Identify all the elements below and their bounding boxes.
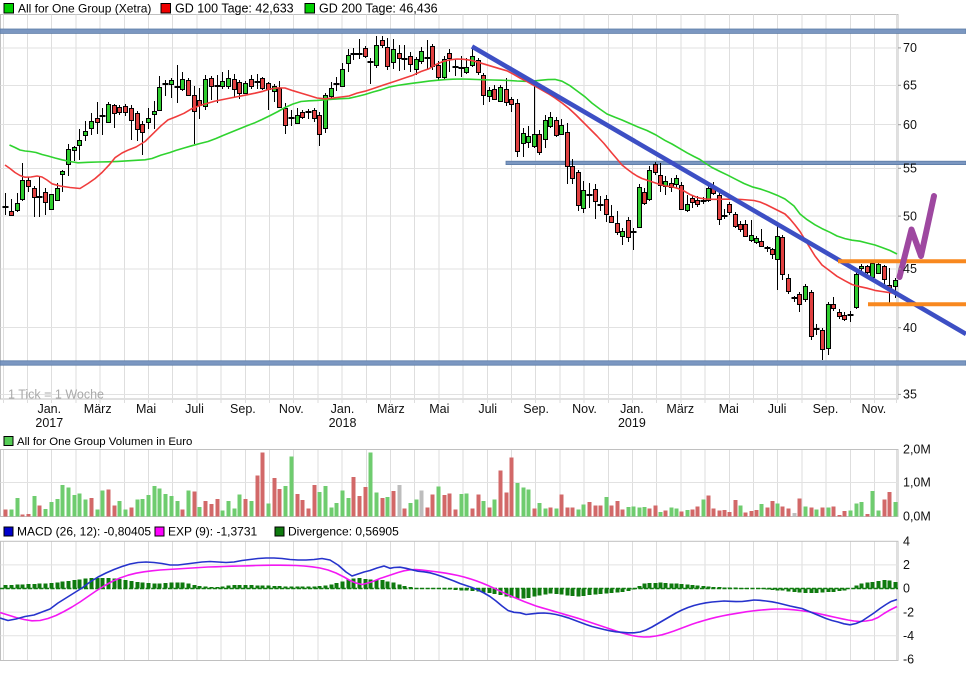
svg-text:Sep.: Sep. <box>523 402 549 416</box>
svg-text:Sep.: Sep. <box>813 402 839 416</box>
svg-text:Juli: Juli <box>768 402 787 416</box>
svg-text:MACD (26, 12): -0,80405: MACD (26, 12): -0,80405 <box>17 525 151 539</box>
svg-text:2,0M: 2,0M <box>903 443 931 457</box>
svg-text:GD 100 Tage: 42,633: GD 100 Tage: 42,633 <box>175 2 294 16</box>
svg-text:65: 65 <box>903 79 917 93</box>
svg-text:Nov.: Nov. <box>862 402 887 416</box>
svg-text:März: März <box>666 402 694 416</box>
svg-text:Mai: Mai <box>429 402 449 416</box>
svg-text:-4: -4 <box>903 629 914 643</box>
svg-text:1 Tick = 1 Woche: 1 Tick = 1 Woche <box>8 388 104 402</box>
svg-text:0: 0 <box>903 582 910 596</box>
svg-text:2: 2 <box>903 558 910 572</box>
svg-text:Nov.: Nov. <box>572 402 597 416</box>
svg-text:50: 50 <box>903 209 917 223</box>
svg-text:Nov.: Nov. <box>279 402 304 416</box>
svg-text:Mai: Mai <box>136 402 156 416</box>
svg-text:Juli: Juli <box>478 402 497 416</box>
svg-text:Mai: Mai <box>719 402 739 416</box>
svg-text:All for One Group Volumen in E: All for One Group Volumen in Euro <box>17 436 192 448</box>
svg-text:GD 200 Tage: 46,436: GD 200 Tage: 46,436 <box>319 2 438 16</box>
svg-text:60: 60 <box>903 118 917 132</box>
svg-text:-6: -6 <box>903 653 914 667</box>
svg-text:0,0M: 0,0M <box>903 510 931 524</box>
svg-text:All for One Group (Xetra): All for One Group (Xetra) <box>18 2 151 16</box>
svg-text:40: 40 <box>903 321 917 335</box>
svg-text:Jan.: Jan. <box>620 402 644 416</box>
svg-text:2018: 2018 <box>329 416 357 430</box>
svg-text:55: 55 <box>903 162 917 176</box>
svg-text:März: März <box>377 402 405 416</box>
svg-text:-2: -2 <box>903 605 914 619</box>
svg-text:Divergence: 0,56905: Divergence: 0,56905 <box>288 525 399 539</box>
svg-text:4: 4 <box>903 535 910 549</box>
svg-text:35: 35 <box>903 388 917 402</box>
svg-text:Jan.: Jan. <box>331 402 355 416</box>
svg-text:45: 45 <box>903 262 917 276</box>
svg-text:Jan.: Jan. <box>37 402 61 416</box>
svg-text:70: 70 <box>903 41 917 55</box>
svg-text:März: März <box>84 402 112 416</box>
svg-text:2017: 2017 <box>35 416 63 430</box>
svg-text:Sep.: Sep. <box>230 402 256 416</box>
svg-text:EXP (9): -1,3731: EXP (9): -1,3731 <box>168 525 257 539</box>
svg-text:1,0M: 1,0M <box>903 476 931 490</box>
svg-text:2019: 2019 <box>618 416 646 430</box>
svg-text:Juli: Juli <box>185 402 204 416</box>
